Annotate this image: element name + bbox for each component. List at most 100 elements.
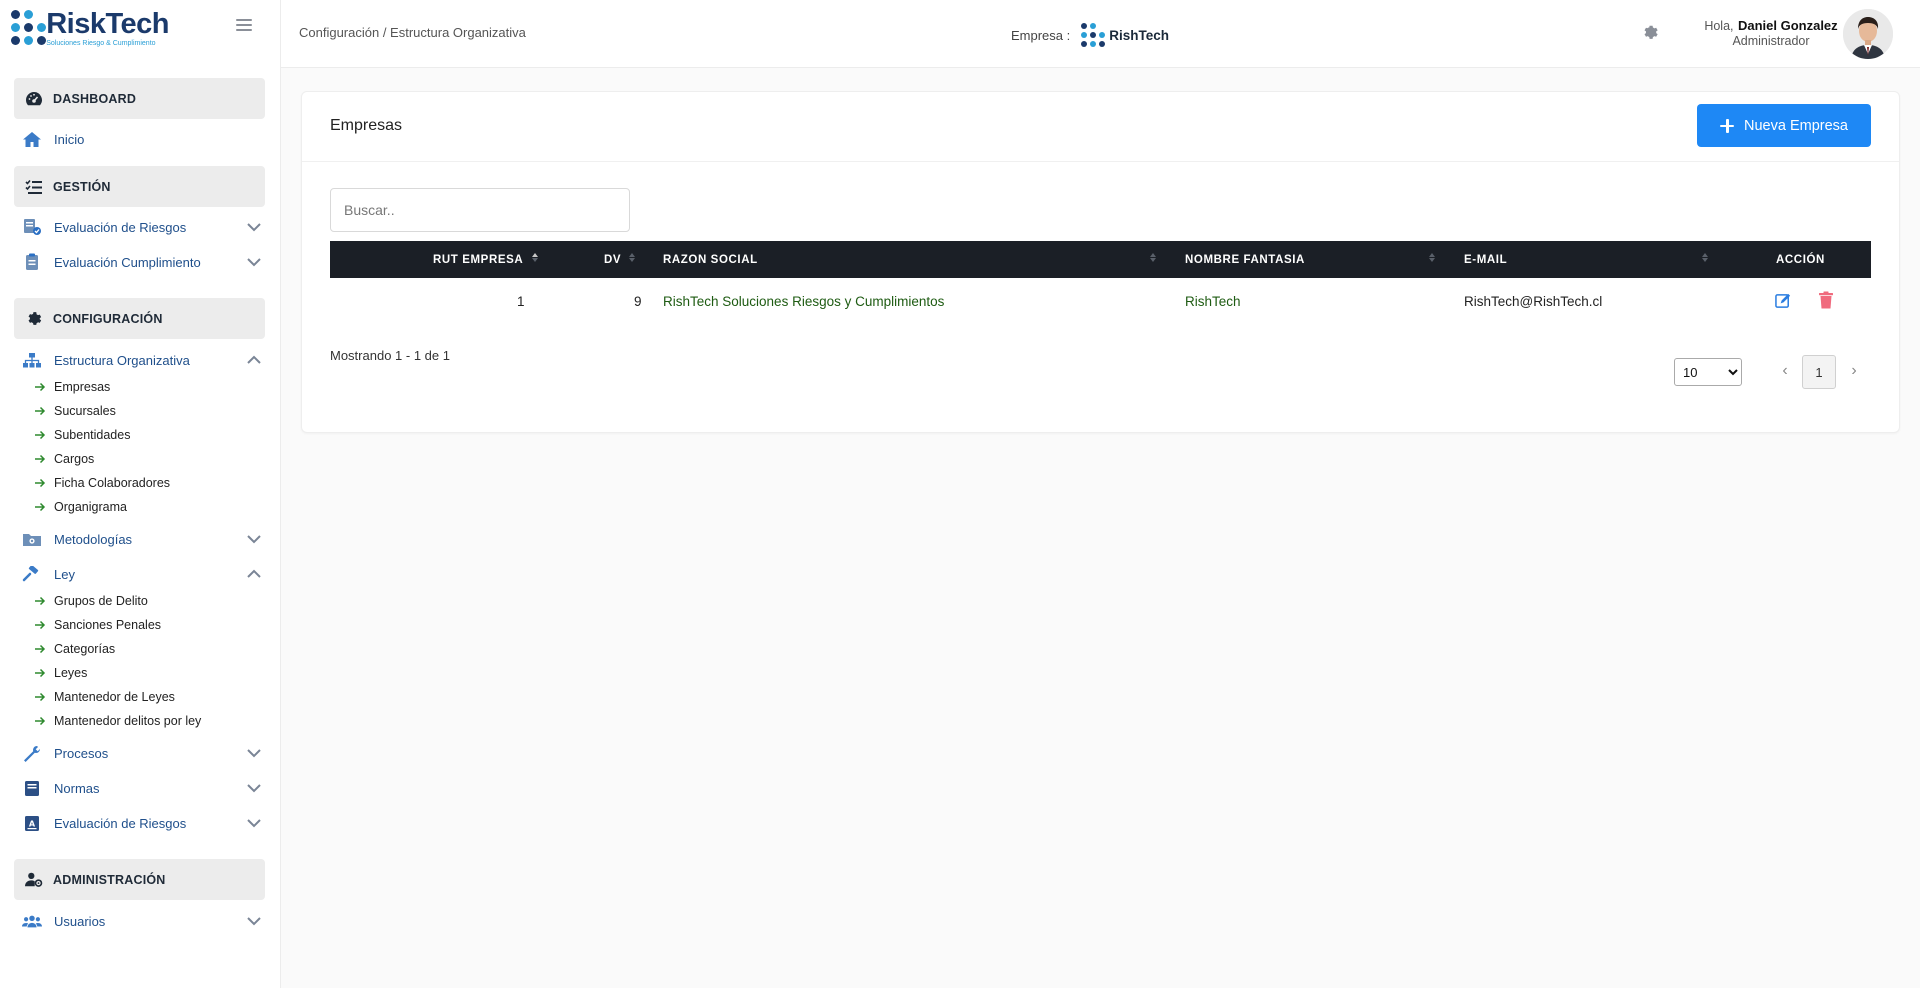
risk-doc-icon (22, 218, 42, 236)
cell-dv: 9 (634, 293, 642, 309)
cell-rut: 1 (517, 293, 525, 309)
nueva-empresa-button[interactable]: Nueva Empresa (1697, 104, 1871, 147)
column-header-nombre-fantasia[interactable]: NOMBRE FANTASIA (1185, 241, 1305, 278)
sidebar-item-evaluacion-cumplimiento[interactable]: Evaluación Cumplimiento (22, 250, 262, 274)
card-divider (302, 161, 1899, 162)
arrow-right-icon (35, 620, 46, 630)
sort-icon[interactable] (629, 252, 637, 266)
arrow-right-icon (35, 692, 46, 702)
arrow-right-icon (35, 502, 46, 512)
arrow-right-icon (35, 668, 46, 678)
delete-icon[interactable] (1818, 291, 1834, 309)
grade-book-icon: A (22, 814, 42, 832)
arrow-right-icon (35, 454, 46, 464)
section-administracion-label: ADMINISTRACIÓN (53, 872, 166, 887)
chevron-left-icon[interactable]: ‹ (1777, 362, 1793, 382)
sidebar-subitem[interactable]: Cargos (34, 449, 94, 469)
sort-icon[interactable] (1702, 252, 1710, 266)
rows-per-page-select[interactable]: 10 (1674, 358, 1742, 386)
avatar[interactable] (1843, 9, 1893, 59)
sidebar-item-procesos[interactable]: Procesos (22, 741, 262, 765)
sidebar-subitem[interactable]: Sucursales (34, 401, 116, 421)
sidebar-item-metodologias[interactable]: Metodologías (22, 527, 262, 551)
arrow-right-icon (35, 716, 46, 726)
sidebar-subitem[interactable]: Ficha Colaboradores (34, 473, 170, 493)
sidebar-subitem[interactable]: Categorías (34, 639, 115, 659)
arrow-right-icon (35, 596, 46, 606)
brand-logo[interactable]: RiskTech Soluciones Riesgo & Cumplimient… (9, 8, 169, 48)
column-header-email[interactable]: E-MAIL (1464, 241, 1507, 278)
sort-icon[interactable] (1429, 252, 1437, 266)
org-chart-icon (22, 351, 42, 369)
sidebar-subitem[interactable]: Mantenedor delitos por ley (34, 711, 201, 731)
chevron-down-icon (247, 749, 261, 758)
sidebar-item-usuarios[interactable]: Usuarios (22, 909, 262, 933)
gear-icon (25, 310, 43, 328)
chevron-down-icon (247, 258, 261, 267)
cell-nombre-fantasia: RishTech (1185, 293, 1241, 309)
sidebar: RiskTech Soluciones Riesgo & Cumplimient… (0, 0, 281, 988)
sort-icon[interactable] (532, 252, 540, 266)
gavel-icon (22, 565, 42, 583)
pagination-info: Mostrando 1 - 1 de 1 (330, 348, 450, 363)
chevron-up-icon (247, 355, 261, 364)
sidebar-item-normas[interactable]: Normas (22, 776, 262, 800)
chevron-down-icon (247, 819, 261, 828)
home-icon (22, 130, 42, 148)
column-header-dv[interactable]: DV (604, 241, 621, 278)
sidebar-item-evaluacion-riesgos[interactable]: Evaluación de Riesgos (22, 215, 262, 239)
settings-gear-icon[interactable] (1641, 22, 1661, 42)
arrow-right-icon (35, 430, 46, 440)
empresas-card: Empresas Nueva Empresa RUT EMPRESA DV RA… (301, 91, 1900, 433)
page-number-button[interactable]: 1 (1802, 355, 1836, 389)
sidebar-item-ley[interactable]: Ley (22, 562, 262, 586)
greeting-text: Hola, (1704, 19, 1734, 33)
column-header-rut[interactable]: RUT EMPRESA (433, 241, 523, 278)
edit-icon[interactable] (1775, 292, 1792, 309)
cell-email: RishTech@RishTech.cl (1464, 293, 1603, 309)
arrow-right-icon (35, 406, 46, 416)
table-header: RUT EMPRESA DV RAZON SOCIAL NOMBRE FANTA… (330, 241, 1871, 278)
section-configuracion: CONFIGURACIÓN (14, 298, 265, 339)
chevron-up-icon (247, 569, 261, 578)
logo-dots-icon (9, 8, 46, 48)
user-gear-icon (25, 871, 43, 889)
book-icon (22, 779, 42, 797)
sidebar-subitem[interactable]: Leyes (34, 663, 87, 683)
arrow-right-icon (35, 478, 46, 488)
plus-icon (1720, 118, 1735, 133)
empresa-selector[interactable]: Empresa : RishTech (1011, 22, 1169, 48)
folder-gear-icon (22, 530, 42, 548)
sidebar-item-estructura-organizativa[interactable]: Estructura Organizativa (22, 348, 262, 372)
clipboard-icon (22, 253, 42, 271)
top-header: Configuración / Estructura Organizativa … (281, 0, 1920, 68)
column-header-razon-social[interactable]: RAZON SOCIAL (663, 241, 758, 278)
sidebar-subitem[interactable]: Subentidades (34, 425, 130, 445)
sidebar-subitem[interactable]: Mantenedor de Leyes (34, 687, 175, 707)
sort-icon[interactable] (1150, 252, 1158, 266)
arrow-right-icon (35, 382, 46, 392)
sidebar-subitem[interactable]: Grupos de Delito (34, 591, 148, 611)
sidebar-item-inicio[interactable]: Inicio (22, 127, 262, 151)
chevron-down-icon (247, 784, 261, 793)
empresa-name: RishTech (1109, 27, 1170, 43)
arrow-right-icon (35, 644, 46, 654)
chevron-down-icon (247, 917, 261, 926)
svg-text:A: A (29, 819, 36, 828)
section-dashboard: DASHBOARD (14, 78, 265, 119)
section-configuracion-label: CONFIGURACIÓN (53, 311, 163, 326)
sidebar-subitem[interactable]: Organigrama (34, 497, 127, 517)
menu-toggle-icon[interactable] (236, 17, 252, 33)
sidebar-subitem[interactable]: Sanciones Penales (34, 615, 161, 635)
speedometer-icon (25, 90, 43, 108)
empresa-label: Empresa : (1011, 27, 1071, 43)
chevron-right-icon[interactable]: › (1846, 362, 1862, 382)
section-administracion: ADMINISTRACIÓN (14, 859, 265, 900)
section-gestion: GESTIÓN (14, 166, 265, 207)
table-row: 1 9 RishTech Soluciones Riesgos y Cumpli… (330, 278, 1871, 324)
search-input[interactable] (330, 188, 630, 232)
sidebar-item-evaluacion-riesgos-2[interactable]: A Evaluación de Riesgos (22, 811, 262, 835)
user-greeting: Hola, Daniel Gonzalez Administrador (1691, 18, 1851, 49)
chevron-down-icon (247, 535, 261, 544)
sidebar-subitem[interactable]: Empresas (34, 377, 110, 397)
